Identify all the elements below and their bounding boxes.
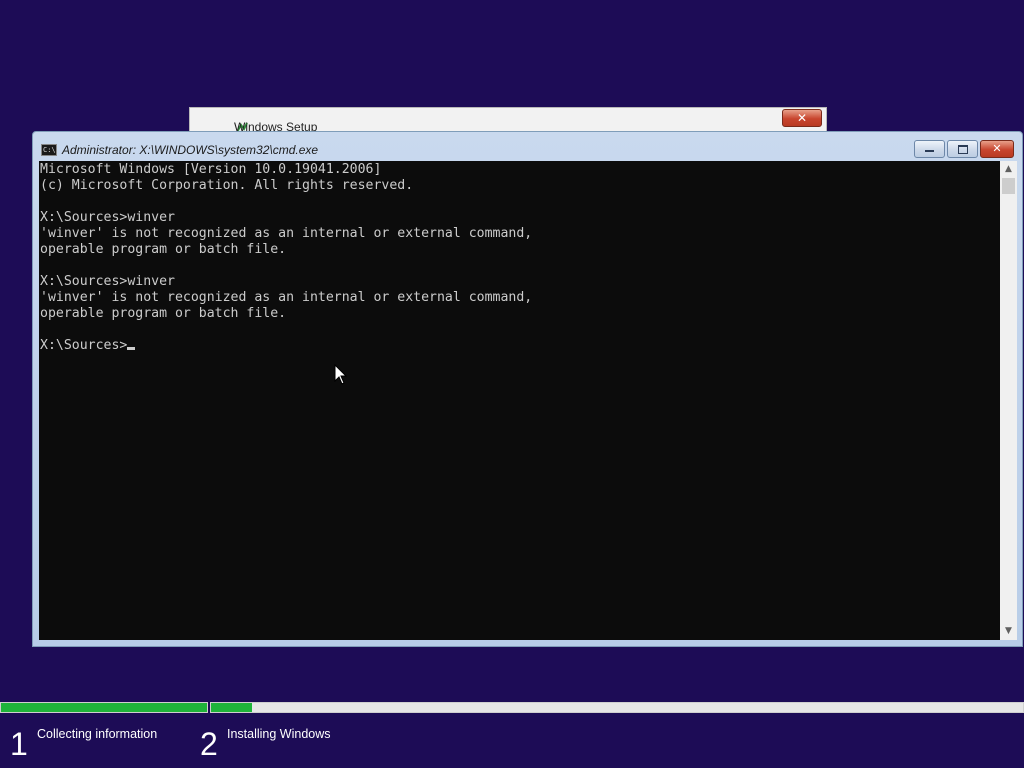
cmd-window[interactable]: C:\ Administrator: X:\WINDOWS\system32\c… xyxy=(32,131,1023,647)
step-number: 2 xyxy=(200,726,218,762)
text-cursor xyxy=(127,347,136,350)
console-line: 'winver' is not recognized as an interna… xyxy=(40,290,533,305)
console-line: (c) Microsoft Corporation. All rights re… xyxy=(40,178,414,193)
console-line: 'winver' is not recognized as an interna… xyxy=(40,226,533,241)
progress-fill xyxy=(1,703,207,712)
vertical-scrollbar[interactable]: ▲ ▼ xyxy=(1000,161,1017,640)
console-line: operable program or batch file. xyxy=(40,242,287,257)
maximize-icon xyxy=(957,145,968,154)
step-label: Installing Windows xyxy=(227,727,331,741)
console-line: X:\Sources>winver xyxy=(40,274,175,289)
progress-segment-installing xyxy=(210,702,1024,713)
setup-close-button[interactable]: ✕ xyxy=(782,109,822,127)
step-number: 1 xyxy=(10,726,28,762)
progress-fill xyxy=(211,703,252,712)
console-prompt-line[interactable]: X:\Sources> xyxy=(40,338,1000,354)
close-button[interactable]: ✕ xyxy=(980,140,1014,158)
cmd-titlebar[interactable]: C:\ Administrator: X:\WINDOWS\system32\c… xyxy=(33,132,1022,161)
arrow-pointer-icon xyxy=(334,364,348,385)
minimize-icon xyxy=(925,150,934,152)
step-label: Collecting information xyxy=(37,727,158,741)
desktop-background: Windows Setup ✕ C:\ Administrator: X:\WI… xyxy=(0,0,1024,768)
console-line: X:\Sources>winver xyxy=(40,210,175,225)
console-text: Microsoft Windows [Version 10.0.19041.20… xyxy=(39,161,1000,354)
maximize-button[interactable] xyxy=(947,140,978,158)
scroll-thumb[interactable] xyxy=(1002,178,1015,194)
minimize-button[interactable] xyxy=(914,140,945,158)
console-line: operable program or batch file. xyxy=(40,306,287,321)
close-icon: ✕ xyxy=(992,142,1002,155)
cmd-window-title: Administrator: X:\WINDOWS\system32\cmd.e… xyxy=(62,143,319,157)
console-output[interactable]: Microsoft Windows [Version 10.0.19041.20… xyxy=(39,161,1000,640)
scroll-up-icon[interactable]: ▲ xyxy=(1000,161,1017,178)
console-icon[interactable]: C:\ xyxy=(41,144,57,156)
console-prompt: X:\Sources> xyxy=(40,338,128,353)
console-line: Microsoft Windows [Version 10.0.19041.20… xyxy=(40,162,382,177)
progress-segment-collecting xyxy=(0,702,208,713)
scroll-down-icon[interactable]: ▼ xyxy=(1000,623,1017,640)
setup-progress-bar xyxy=(0,702,1024,713)
